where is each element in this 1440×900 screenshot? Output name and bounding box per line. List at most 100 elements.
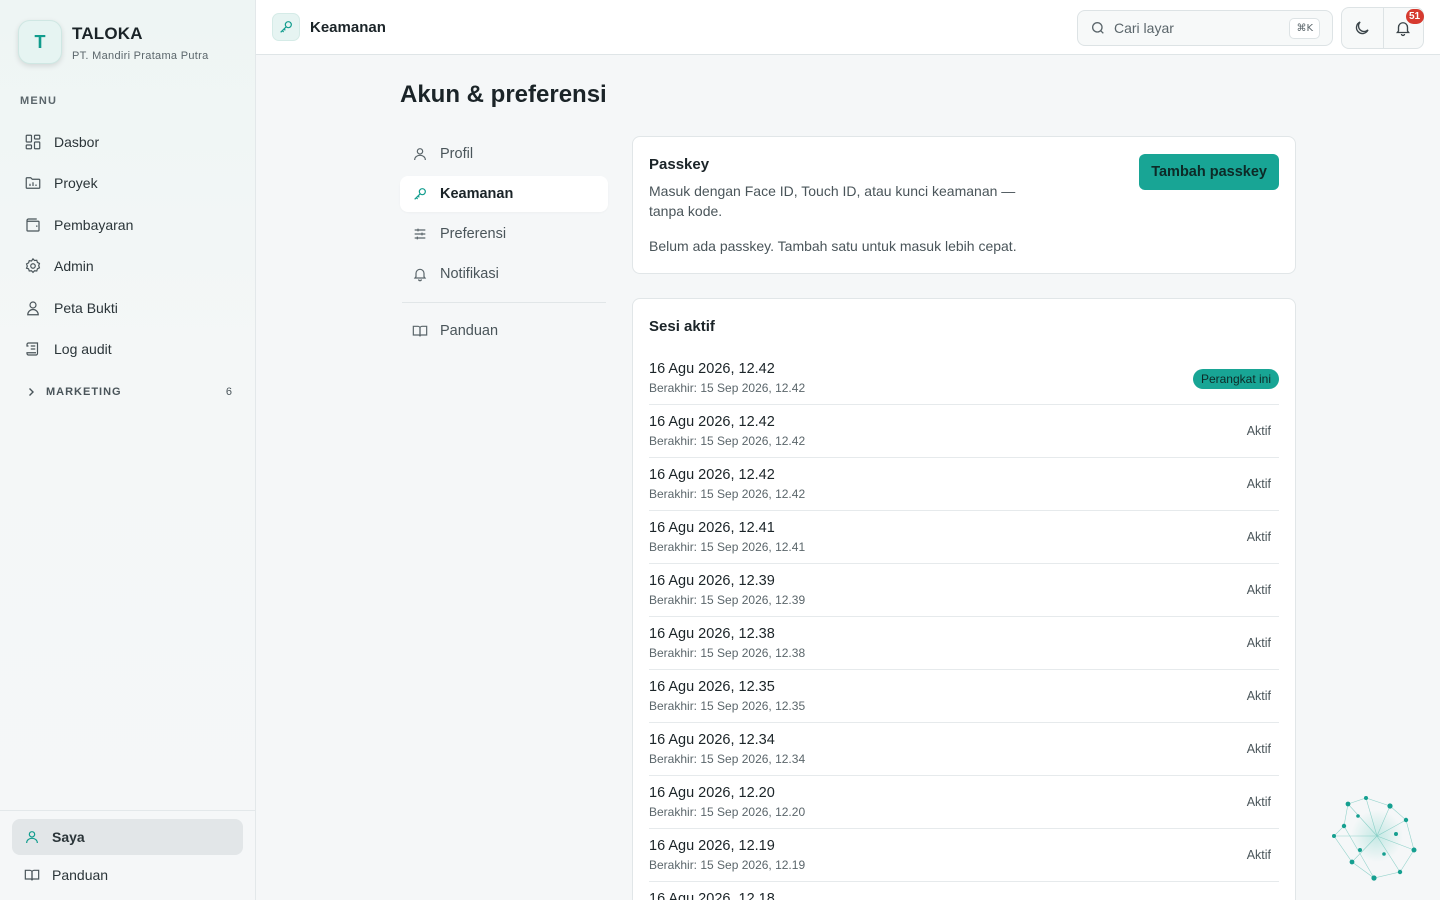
sidebar-item-admin[interactable]: Admin <box>12 246 244 288</box>
passkey-card: Passkey Masuk dengan Face ID, Touch ID, … <box>632 136 1296 274</box>
sidebar-item-proyek[interactable]: Proyek <box>12 163 244 205</box>
sidebar-item-label: Log audit <box>54 341 112 358</box>
sessions-title: Sesi aktif <box>649 318 715 335</box>
session-expiry: Berakhir: 15 Sep 2026, 12.42 <box>649 434 806 448</box>
book-icon <box>412 323 428 339</box>
session-date: 16 Agu 2026, 12.19 <box>649 838 775 854</box>
scroll-icon <box>24 340 42 358</box>
session-row: 16 Agu 2026, 12.39 Berakhir: 15 Sep 2026… <box>649 564 1279 617</box>
session-status: Aktif <box>1246 848 1271 862</box>
notification-count-badge: 51 <box>1405 9 1424 24</box>
settings-link-panduan[interactable]: Panduan <box>400 313 608 349</box>
session-expiry: Berakhir: 15 Sep 2026, 12.41 <box>649 540 806 554</box>
moon-icon <box>1353 19 1371 37</box>
sidebar-item-label: Dasbor <box>54 133 100 150</box>
sidebar-item-dasbor[interactable]: Dasbor <box>12 121 244 163</box>
session-status: Aktif <box>1246 424 1271 438</box>
sidebar: T TALOKA PT. Mandiri Pratama Putra MENU … <box>0 0 256 900</box>
topbar-actions: 51 <box>1341 7 1424 49</box>
session-row: 16 Agu 2026, 12.42 Berakhir: 15 Sep 2026… <box>649 458 1279 511</box>
session-row: 16 Agu 2026, 12.35 Berakhir: 15 Sep 2026… <box>649 670 1279 723</box>
sidebar-item-saya[interactable]: Saya <box>12 819 243 855</box>
group-count: 6 <box>225 386 232 398</box>
notifications-button[interactable]: 51 <box>1382 8 1424 48</box>
session-row: 16 Agu 2026, 12.18 <box>649 882 1279 900</box>
session-expiry: Berakhir: 15 Sep 2026, 12.19 <box>649 858 806 872</box>
session-date: 16 Agu 2026, 12.38 <box>649 626 775 642</box>
search-input[interactable] <box>1114 20 1284 36</box>
sidebar-item-label: Proyek <box>54 175 98 192</box>
network-graphic[interactable] <box>1330 792 1420 882</box>
session-row: 16 Agu 2026, 12.42 Berakhir: 15 Sep 2026… <box>649 352 1279 405</box>
settings-tab-label: Preferensi <box>440 226 507 242</box>
session-list: 16 Agu 2026, 12.42 Berakhir: 15 Sep 2026… <box>649 352 1279 900</box>
session-status: Aktif <box>1246 689 1271 703</box>
session-status: Aktif <box>1246 530 1271 544</box>
group-marketing[interactable]: MARKETING 6 <box>26 386 232 398</box>
settings-nav: Profil Keamanan Preferensi Notifikasi Pa… <box>400 136 608 353</box>
current-device-badge: Perangkat ini <box>1192 369 1279 389</box>
session-date: 16 Agu 2026, 12.41 <box>649 520 775 536</box>
passkey-empty-state: Belum ada passkey. Tambah satu untuk mas… <box>649 238 1017 254</box>
session-date: 16 Agu 2026, 12.20 <box>649 785 775 801</box>
session-expiry: Berakhir: 15 Sep 2026, 12.38 <box>649 646 806 660</box>
breadcrumb: Keamanan <box>272 13 386 41</box>
session-expiry: Berakhir: 15 Sep 2026, 12.35 <box>649 699 806 713</box>
sidebar-item-log-audit[interactable]: Log audit <box>12 329 244 371</box>
session-row: 16 Agu 2026, 12.41 Berakhir: 15 Sep 2026… <box>649 511 1279 564</box>
sidebar-item-panduan[interactable]: Panduan <box>12 857 243 893</box>
session-row: 16 Agu 2026, 12.20 Berakhir: 15 Sep 2026… <box>649 776 1279 829</box>
group-label: MARKETING <box>46 386 122 398</box>
session-expiry: Berakhir: 15 Sep 2026, 12.42 <box>649 487 806 501</box>
session-status: Aktif <box>1246 742 1271 756</box>
search-box[interactable]: ⌘K <box>1077 10 1333 46</box>
settings-tab-keamanan[interactable]: Keamanan <box>400 176 608 212</box>
add-passkey-button[interactable]: Tambah passkey <box>1139 154 1279 190</box>
sidebar-item-label: Panduan <box>52 867 109 883</box>
settings-tab-profil[interactable]: Profil <box>400 136 608 172</box>
settings-tab-label: Panduan <box>440 323 499 339</box>
settings-tab-notifikasi[interactable]: Notifikasi <box>400 256 608 292</box>
session-expiry: Berakhir: 15 Sep 2026, 12.39 <box>649 593 806 607</box>
sidebar-nav: Dasbor Proyek Pembayaran Admin Peta Bukt… <box>12 121 244 370</box>
sidebar-bottom: Saya Panduan <box>0 810 255 900</box>
settings-tab-label: Keamanan <box>440 186 514 202</box>
topbar: Keamanan ⌘K 51 <box>256 0 1440 55</box>
session-status: Aktif <box>1246 477 1271 491</box>
session-row: 16 Agu 2026, 12.38 Berakhir: 15 Sep 2026… <box>649 617 1279 670</box>
key-icon <box>272 13 300 41</box>
session-row: 16 Agu 2026, 12.19 Berakhir: 15 Sep 2026… <box>649 829 1279 882</box>
passkey-title: Passkey <box>649 156 710 173</box>
passkey-description: Masuk dengan Face ID, Touch ID, atau kun… <box>649 183 1016 219</box>
bell-icon <box>412 266 428 282</box>
session-date: 16 Agu 2026, 12.34 <box>649 732 775 748</box>
sidebar-item-label: Saya <box>52 829 85 845</box>
sidebar-item-peta-bukti[interactable]: Peta Bukti <box>12 287 244 329</box>
page-title: Akun & preferensi <box>400 81 607 108</box>
chevron-right-icon <box>26 387 36 397</box>
folder-icon <box>24 174 42 192</box>
brand-name: TALOKA <box>72 24 143 43</box>
settings-tab-preferensi[interactable]: Preferensi <box>400 216 608 252</box>
session-date: 16 Agu 2026, 12.42 <box>649 467 775 483</box>
user-icon <box>24 829 40 845</box>
shortcut-hint: ⌘K <box>1289 18 1320 39</box>
session-status: Aktif <box>1246 583 1271 597</box>
sidebar-item-label: Peta Bukti <box>54 299 118 316</box>
session-date: 16 Agu 2026, 12.42 <box>649 361 775 377</box>
session-expiry: Berakhir: 15 Sep 2026, 12.42 <box>649 381 806 395</box>
menu-label: MENU <box>20 95 58 107</box>
company-name: PT. Mandiri Pratama Putra <box>72 50 209 62</box>
settings-tab-label: Notifikasi <box>440 266 499 282</box>
sidebar-item-pembayaran[interactable]: Pembayaran <box>12 204 244 246</box>
session-date: 16 Agu 2026, 12.35 <box>649 679 775 695</box>
sessions-card: Sesi aktif 16 Agu 2026, 12.42 Berakhir: … <box>632 298 1296 900</box>
brand-logo[interactable]: T <box>18 20 62 64</box>
theme-toggle-button[interactable] <box>1342 8 1383 48</box>
key-icon <box>412 186 428 202</box>
sidebar-item-label: Admin <box>54 258 94 275</box>
session-date: 16 Agu 2026, 12.18 <box>649 891 775 900</box>
session-status: Aktif <box>1246 795 1271 809</box>
session-row: 16 Agu 2026, 12.34 Berakhir: 15 Sep 2026… <box>649 723 1279 776</box>
search-icon <box>1090 20 1106 36</box>
